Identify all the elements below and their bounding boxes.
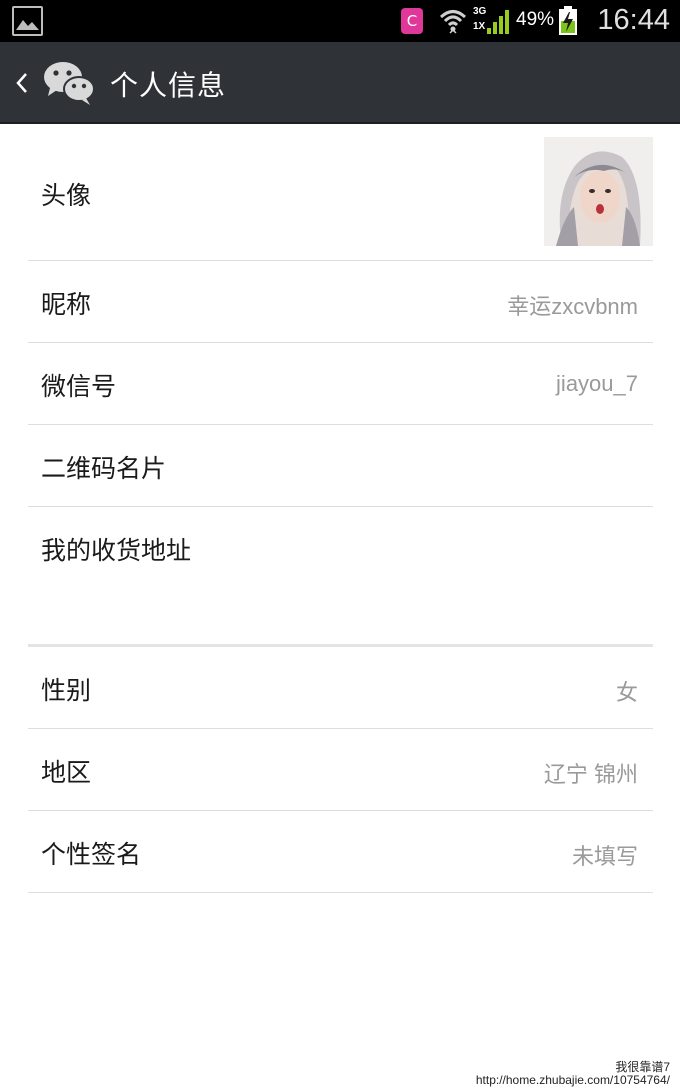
clock: 16:44 (597, 4, 670, 36)
row-nickname[interactable]: 昵称 幸运zxcvbnm (28, 261, 653, 343)
app-notification-icon: C (401, 8, 423, 34)
row-label: 二维码名片 (41, 454, 167, 483)
page-title: 个人信息 (110, 69, 227, 102)
row-label: 微信号 (41, 372, 117, 401)
profile-list: 头像 昵称 幸运zxcvbnm 微信号 jiayou_7 二维码名片 我的收货地… (0, 124, 680, 893)
gallery-notification-icon (12, 6, 43, 36)
row-qr-code-card[interactable]: 二维码名片 (28, 425, 653, 507)
network-type: 3G 1X (473, 6, 487, 32)
row-shipping-address[interactable]: 我的收货地址 (28, 507, 653, 589)
row-value: 幸运zxcvbnm (507, 294, 638, 319)
battery-charging-icon (559, 6, 577, 35)
row-value: jiayou_7 (556, 371, 638, 396)
row-region[interactable]: 地区 辽宁 锦州 (28, 729, 653, 811)
row-label: 头像 (41, 181, 92, 210)
status-bar: C 3G 1X 49% 16:44 (0, 0, 680, 42)
row-value: 未填写 (571, 844, 638, 869)
back-arrow-icon[interactable] (12, 68, 32, 98)
signal-strength-icon (487, 10, 509, 34)
wifi-icon (439, 10, 467, 34)
row-label: 昵称 (41, 290, 92, 319)
avatar (544, 137, 653, 246)
battery-percent: 49% (516, 9, 555, 30)
row-label: 性别 (41, 676, 92, 705)
row-value: 辽宁 锦州 (543, 762, 638, 787)
row-avatar[interactable]: 头像 (28, 124, 653, 261)
row-label: 我的收货地址 (41, 536, 192, 565)
action-bar: 个人信息 (0, 42, 680, 124)
row-label: 地区 (41, 758, 92, 787)
row-value: 女 (615, 680, 638, 705)
row-gender[interactable]: 性别 女 (28, 647, 653, 729)
wechat-logo-icon[interactable] (42, 58, 96, 108)
row-wechat-id[interactable]: 微信号 jiayou_7 (28, 343, 653, 425)
row-signature[interactable]: 个性签名 未填写 (28, 811, 653, 893)
row-label: 个性签名 (41, 840, 142, 869)
watermark-url: http://home.zhubajie.com/10754764/ (475, 1073, 670, 1087)
section-divider (28, 589, 653, 647)
